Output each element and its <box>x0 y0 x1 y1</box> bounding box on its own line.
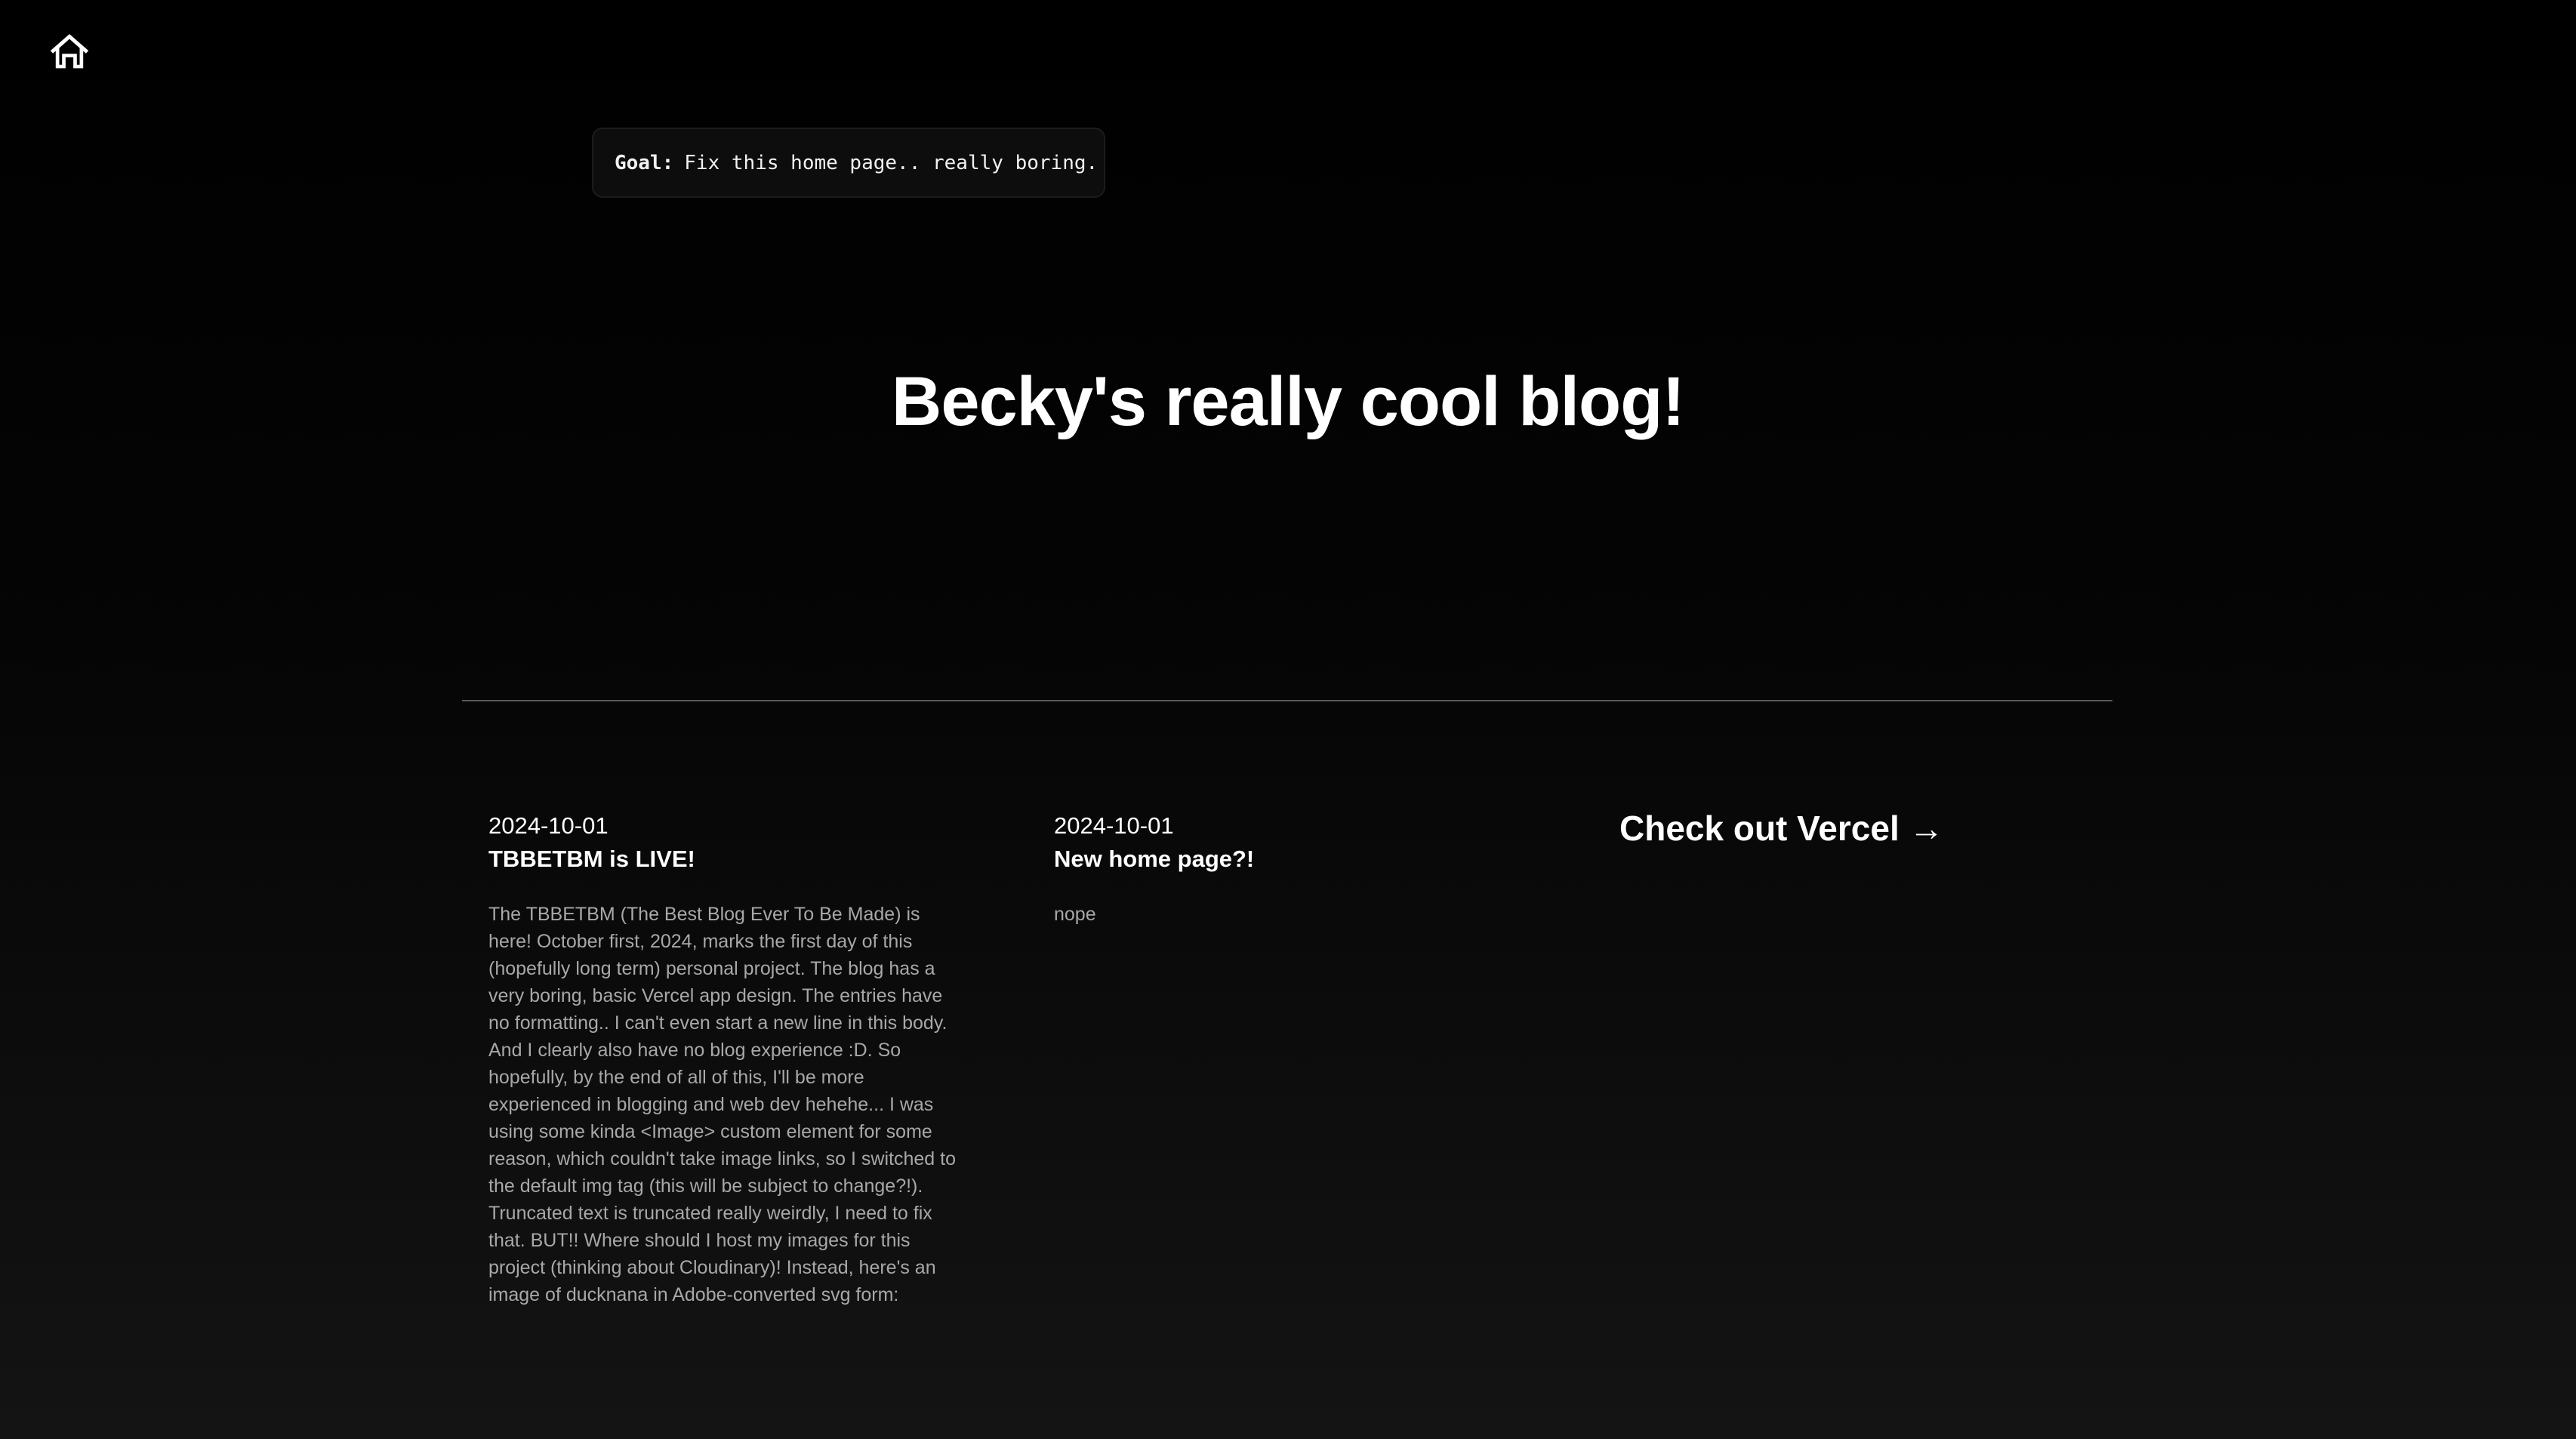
blog-post-card: 2024-10-01 New home page?! nope <box>1054 810 1537 928</box>
page-title: Becky's really cool blog! <box>891 363 1685 440</box>
blog-post-card: 2024-10-01 TBBETBM is LIVE! The TBBETBM … <box>488 810 972 1308</box>
divider <box>462 700 2112 701</box>
post-date: 2024-10-01 <box>1054 812 1174 839</box>
post-date: 2024-10-01 <box>488 812 609 839</box>
post-title-link[interactable]: TBBETBM is LIVE! <box>488 843 972 875</box>
goal-banner: Goal: Fix this home page.. really boring… <box>592 128 1105 198</box>
post-body: nope <box>1054 904 1096 925</box>
goal-label: Goal: <box>615 151 674 174</box>
post-body: The TBBETBM (The Best Blog Ever To Be Ma… <box>488 904 956 1305</box>
post-title-link[interactable]: New home page?! <box>1054 843 1537 875</box>
check-out-vercel-link[interactable]: Check out Vercel → <box>1619 808 1944 849</box>
home-icon <box>50 34 89 69</box>
home-link[interactable] <box>48 30 91 72</box>
goal-text: Fix this home page.. really boring. <box>684 151 1098 174</box>
